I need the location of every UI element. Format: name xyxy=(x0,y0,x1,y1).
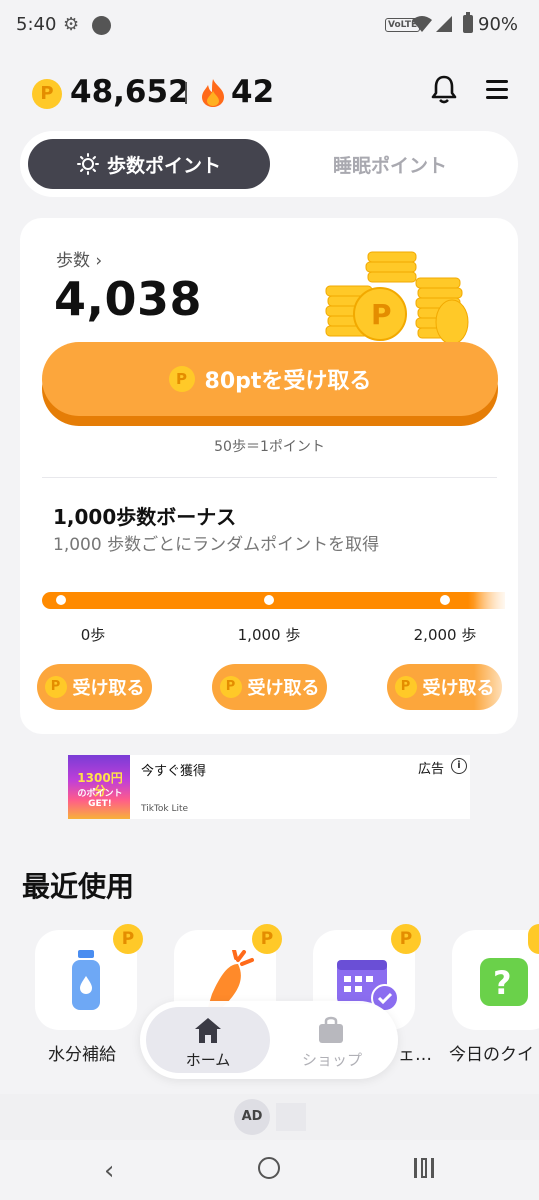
recent-section-title: 最近使用 xyxy=(22,870,135,903)
ad-label: 広告 xyxy=(418,762,445,777)
svg-text:P: P xyxy=(371,298,392,331)
recent-item-quiz[interactable]: ? xyxy=(452,930,539,1030)
fire-streak-icon xyxy=(202,79,224,107)
ad-thumb-subline: のポイントGET! xyxy=(77,789,123,809)
step-count: 4,038 xyxy=(54,272,203,326)
milestone-dot xyxy=(440,595,450,605)
settings-gear-icon: ⚙ xyxy=(63,14,80,35)
points-badge-icon xyxy=(528,924,539,954)
ad-brand: TikTok Lite xyxy=(141,804,189,814)
wifi-icon xyxy=(412,16,432,32)
status-time: 5:40 xyxy=(16,14,57,35)
recent-apps-icon[interactable] xyxy=(414,1158,434,1178)
bonus-subtitle: 1,000 歩数ごとにランダムポイントを取得 xyxy=(53,535,380,555)
shopping-bag-icon[interactable] xyxy=(316,1014,346,1044)
ad-placeholder xyxy=(276,1103,306,1131)
battery-icon xyxy=(463,12,473,33)
steps-link[interactable]: 歩数 › xyxy=(56,246,102,271)
sun-icon xyxy=(76,153,99,175)
svg-text:?: ? xyxy=(493,964,512,1002)
points-badge-icon: P xyxy=(391,924,421,954)
cell-signal-icon xyxy=(436,16,452,32)
points-coin-icon: P xyxy=(32,79,62,109)
claim-coin-icon: P xyxy=(168,366,195,392)
points-badge-icon: P xyxy=(252,924,282,954)
nav-home-label: ホーム xyxy=(185,1051,231,1069)
tab-sleep-points-label: 睡眠ポイント xyxy=(332,154,447,177)
ad-title[interactable]: 今すぐ獲得 xyxy=(141,760,206,779)
milestone-claim-label: 受け取る xyxy=(247,678,320,699)
tab-step-points-label: 歩数ポイント xyxy=(106,154,221,177)
back-icon[interactable]: ‹ xyxy=(104,1156,114,1186)
status-bar xyxy=(0,0,539,52)
milestone-dot xyxy=(264,595,274,605)
quiz-icon: ? xyxy=(480,958,528,1006)
milestone-label: 1,000 歩 xyxy=(237,626,301,644)
pill-coin-icon: P xyxy=(44,676,67,698)
home-circle-icon[interactable] xyxy=(258,1157,280,1179)
streak-count[interactable]: 42 xyxy=(231,74,274,110)
tab-sleep-points[interactable]: 睡眠ポイント xyxy=(270,139,510,189)
milestone-claim-button[interactable]: P 受け取る xyxy=(212,664,327,710)
milestone-dot xyxy=(56,595,66,605)
bonus-title: 1,000歩数ボーナス xyxy=(53,505,237,529)
points-badge-icon: P xyxy=(113,924,143,954)
ad-badge[interactable]: AD xyxy=(234,1099,270,1135)
pill-coin-icon: P xyxy=(394,676,417,698)
recent-item-label: ェ… xyxy=(398,1045,432,1065)
claim-points-button[interactable]: P 80ptを受け取る xyxy=(42,342,498,416)
hamburger-menu-icon[interactable] xyxy=(486,80,508,100)
milestone-claim-button[interactable]: P 受け取る xyxy=(37,664,152,710)
notification-dot-icon xyxy=(92,16,111,35)
home-icon xyxy=(195,1018,221,1043)
nav-shop-label[interactable]: ショップ xyxy=(270,1049,394,1070)
bell-icon[interactable] xyxy=(430,74,458,104)
milestone-claim-label: 受け取る xyxy=(72,678,145,699)
coin-stack-illustration: P xyxy=(325,251,469,345)
pill-coin-icon: P xyxy=(219,676,242,698)
recent-item-label: 今日のクイ xyxy=(449,1045,534,1065)
ad-info-icon[interactable]: i xyxy=(451,758,467,774)
conversion-rate: 50歩＝1ポイント xyxy=(214,439,325,455)
claim-points-label: 80ptを受け取る xyxy=(204,369,372,394)
battery-percent: 90% xyxy=(478,14,519,35)
header-divider xyxy=(185,82,187,104)
points-balance[interactable]: 48,652 xyxy=(70,74,190,110)
tab-step-points[interactable]: 歩数ポイント xyxy=(28,139,270,189)
scroll-fade xyxy=(474,580,518,720)
card-divider xyxy=(42,477,497,478)
water-bottle-icon xyxy=(72,950,100,1010)
recent-item-label: 水分補給 xyxy=(48,1045,116,1065)
milestone-label: 0歩 xyxy=(80,626,106,644)
